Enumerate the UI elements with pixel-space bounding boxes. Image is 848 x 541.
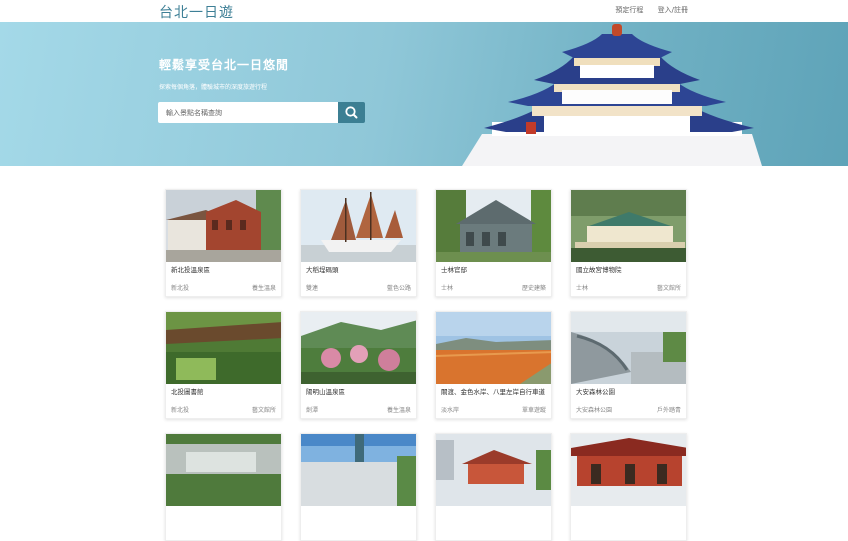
attraction-name: 士林官邸 bbox=[441, 266, 467, 274]
attraction-card[interactable] bbox=[300, 433, 417, 541]
attraction-name: 北投圖書館 bbox=[171, 388, 204, 396]
attraction-mrt: 新北投 bbox=[171, 285, 190, 292]
attraction-category: 養生溫泉 bbox=[251, 285, 276, 292]
attraction-category: 藍色公路 bbox=[386, 285, 411, 292]
attraction-mrt: 新北投 bbox=[171, 407, 190, 414]
attraction-card[interactable]: 新北投溫泉區 新北投 養生溫泉 bbox=[165, 189, 282, 297]
search-bar bbox=[158, 102, 366, 123]
attraction-meta: 士林 藝文館所 bbox=[576, 283, 681, 292]
attraction-category: 藝文館所 bbox=[656, 285, 681, 292]
attraction-image bbox=[436, 190, 551, 262]
attraction-image bbox=[571, 190, 686, 262]
attraction-card[interactable]: 大安森林公園 大安森林公園 戶外踏青 bbox=[570, 311, 687, 419]
memorial-hall-image bbox=[462, 24, 762, 166]
attraction-image bbox=[571, 434, 686, 506]
attraction-meta: 新北投 藝文館所 bbox=[171, 405, 276, 414]
attraction-card[interactable] bbox=[165, 433, 282, 541]
search-input[interactable] bbox=[158, 102, 338, 123]
attraction-card[interactable]: 大稻埕碼頭 雙連 藍色公路 bbox=[300, 189, 417, 297]
attraction-meta: 淡水岸 單車遊蹤 bbox=[441, 405, 546, 414]
attraction-card[interactable]: 士林官邸 士林 歷史建築 bbox=[435, 189, 552, 297]
attraction-image bbox=[436, 434, 551, 506]
attraction-image bbox=[166, 434, 281, 506]
attraction-mrt: 士林 bbox=[576, 285, 589, 292]
attraction-mrt: 淡水岸 bbox=[441, 407, 460, 414]
attraction-name: 陽明山溫泉區 bbox=[306, 388, 345, 396]
attraction-card[interactable]: 北投圖書館 新北投 藝文館所 bbox=[165, 311, 282, 419]
attraction-category: 歷史建築 bbox=[521, 285, 546, 292]
nav-links: 預定行程 登入/註冊 bbox=[603, 5, 688, 15]
attraction-image bbox=[166, 312, 281, 384]
attraction-image bbox=[301, 312, 416, 384]
attraction-meta: 雙連 藍色公路 bbox=[306, 283, 411, 292]
attraction-category: 養生溫泉 bbox=[386, 407, 411, 414]
attraction-image bbox=[571, 312, 686, 384]
attraction-name: 國立故宮博物院 bbox=[576, 266, 622, 274]
hero-title: 輕鬆享受台北一日悠閒 bbox=[159, 58, 290, 72]
attraction-name: 大稻埕碼頭 bbox=[306, 266, 339, 274]
attraction-meta: 大安森林公園 戶外踏青 bbox=[576, 405, 681, 414]
attraction-meta: 新北投 養生溫泉 bbox=[171, 283, 276, 292]
attraction-meta: 劍潭 養生溫泉 bbox=[306, 405, 411, 414]
attraction-card[interactable]: 國立故宮博物院 士林 藝文館所 bbox=[570, 189, 687, 297]
search-button[interactable] bbox=[338, 102, 365, 123]
nav-link-login[interactable]: 登入/註冊 bbox=[658, 6, 688, 14]
attraction-category: 戶外踏青 bbox=[656, 407, 681, 414]
attraction-card[interactable]: 陽明山溫泉區 劍潭 養生溫泉 bbox=[300, 311, 417, 419]
attraction-mrt: 劍潭 bbox=[306, 407, 319, 414]
attraction-image bbox=[301, 190, 416, 262]
attraction-name: 關渡、金色水岸、八里左岸自行車道 bbox=[441, 388, 545, 396]
attraction-image bbox=[166, 190, 281, 262]
attraction-meta: 士林 歷史建築 bbox=[441, 283, 546, 292]
nav-link-booking[interactable]: 預定行程 bbox=[615, 6, 643, 14]
hero-banner: 輕鬆享受台北一日悠閒 探索每個角落，體驗城市的深度旅遊行程 bbox=[0, 22, 848, 166]
attraction-image bbox=[436, 312, 551, 384]
attraction-name: 新北投溫泉區 bbox=[171, 266, 210, 274]
attraction-mrt: 士林 bbox=[441, 285, 454, 292]
top-nav: 台北一日遊 預定行程 登入/註冊 bbox=[0, 0, 848, 22]
attraction-mrt: 大安森林公園 bbox=[576, 407, 613, 414]
attraction-category: 藝文館所 bbox=[251, 407, 276, 414]
site-logo[interactable]: 台北一日遊 bbox=[159, 2, 234, 22]
attraction-card[interactable] bbox=[435, 433, 552, 541]
attraction-name: 大安森林公園 bbox=[576, 388, 615, 396]
attraction-image bbox=[301, 434, 416, 506]
search-icon bbox=[345, 106, 358, 119]
attraction-category: 單車遊蹤 bbox=[521, 407, 546, 414]
attraction-card[interactable]: 關渡、金色水岸、八里左岸自行車道 淡水岸 單車遊蹤 bbox=[435, 311, 552, 419]
attraction-mrt: 雙連 bbox=[306, 285, 319, 292]
hero-subtitle: 探索每個角落，體驗城市的深度旅遊行程 bbox=[159, 84, 268, 91]
attraction-card[interactable] bbox=[570, 433, 687, 541]
